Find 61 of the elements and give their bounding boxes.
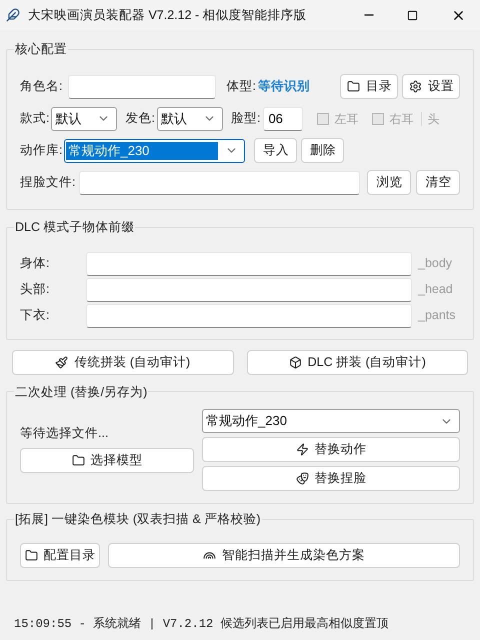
- replace-button[interactable]: 替换捏脸: [202, 466, 460, 492]
- maximize-icon[interactable]: [407, 10, 418, 20]
- field-label: 头: [427, 110, 440, 128]
- style-combo[interactable]: 默认: [51, 106, 118, 131]
- status-text: 等待选择文件...: [20, 424, 110, 442]
- group-title: DLC 模式子物体前缀: [14, 218, 136, 236]
- config-directory-button[interactable]: 配置目录: [20, 543, 100, 568]
- cube-icon: [288, 356, 302, 368]
- browse-button[interactable]: 浏览: [367, 170, 412, 196]
- face-field[interactable]: 06: [263, 106, 304, 131]
- feather-icon: [6, 8, 20, 22]
- delete-button[interactable]: 删除: [301, 138, 344, 164]
- action-library-combo[interactable]: 常规动作_230: [64, 138, 246, 163]
- field-label: 动作库:: [20, 142, 62, 160]
- masks-icon: [296, 472, 308, 486]
- field-label: 身体:: [20, 255, 50, 272]
- face-file-field[interactable]: [79, 170, 360, 195]
- clear-button[interactable]: 清空: [416, 170, 460, 196]
- combo-value: 常规动作_230: [205, 412, 288, 430]
- folder-icon: [346, 80, 360, 94]
- folder-icon: [24, 549, 38, 562]
- folder-icon: [72, 454, 84, 468]
- assemble-button[interactable]: 传统拼装 (自动审计): [12, 350, 234, 374]
- status-bar-text: 15:09:55 - 系统就绪 | V7.2.12 候选列表已启用最高相似度置顶: [14, 616, 388, 633]
- hair-color-combo[interactable]: 默认: [156, 106, 223, 131]
- replace-button[interactable]: 替换动作: [202, 437, 460, 462]
- scan-button[interactable]: 智能扫描并生成染色方案: [108, 543, 460, 568]
- suffix-label: _head: [418, 281, 453, 298]
- field-label: 捏脸文件:: [20, 174, 76, 192]
- group-title: 二次处理 (替换/另存为): [14, 384, 148, 401]
- assemble-button[interactable]: DLC 拼装 (自动审计): [246, 350, 468, 374]
- field-label: 角色名:: [20, 78, 62, 96]
- combo-value: 默认: [160, 110, 188, 128]
- window-title: 大宋映画演员装配器 V7.2.12 - 相似度智能排序版: [28, 6, 307, 24]
- suffix-label: _pants: [418, 307, 456, 324]
- checkbox-label: 左耳: [334, 110, 358, 128]
- group-title: [拓展] 一键染色模块 (双表扫描 & 严格校验): [14, 511, 262, 528]
- select-model-button[interactable]: 选择模型: [20, 448, 194, 474]
- action-combo[interactable]: 常规动作_230: [202, 409, 460, 434]
- directory-button[interactable]: 目录: [340, 74, 398, 100]
- field-label: 体型:: [226, 78, 256, 96]
- import-button[interactable]: 导入: [254, 138, 298, 164]
- prefix-field[interactable]: [86, 278, 412, 302]
- brush-icon: [55, 356, 68, 368]
- field-label: 脸型:: [230, 110, 260, 128]
- suffix-label: _body: [418, 255, 452, 272]
- checkbox-label: 右耳: [389, 110, 414, 128]
- gear-icon: [408, 80, 422, 94]
- body-type-value: 等待识别: [258, 78, 310, 96]
- combo-value: 常规动作_230: [66, 142, 218, 160]
- settings-button[interactable]: 设置: [402, 74, 460, 100]
- field-label: 款式:: [20, 110, 50, 128]
- field-label: 头部:: [20, 281, 50, 298]
- group-title: 核心配置: [14, 41, 68, 58]
- prefix-field[interactable]: [86, 252, 412, 276]
- name-field[interactable]: [68, 74, 216, 99]
- prefix-field[interactable]: [86, 304, 412, 328]
- field-label: 发色:: [125, 110, 155, 128]
- field-label: 下衣:: [20, 307, 50, 324]
- combo-value: 默认: [54, 110, 82, 128]
- bolt-icon: [296, 443, 308, 456]
